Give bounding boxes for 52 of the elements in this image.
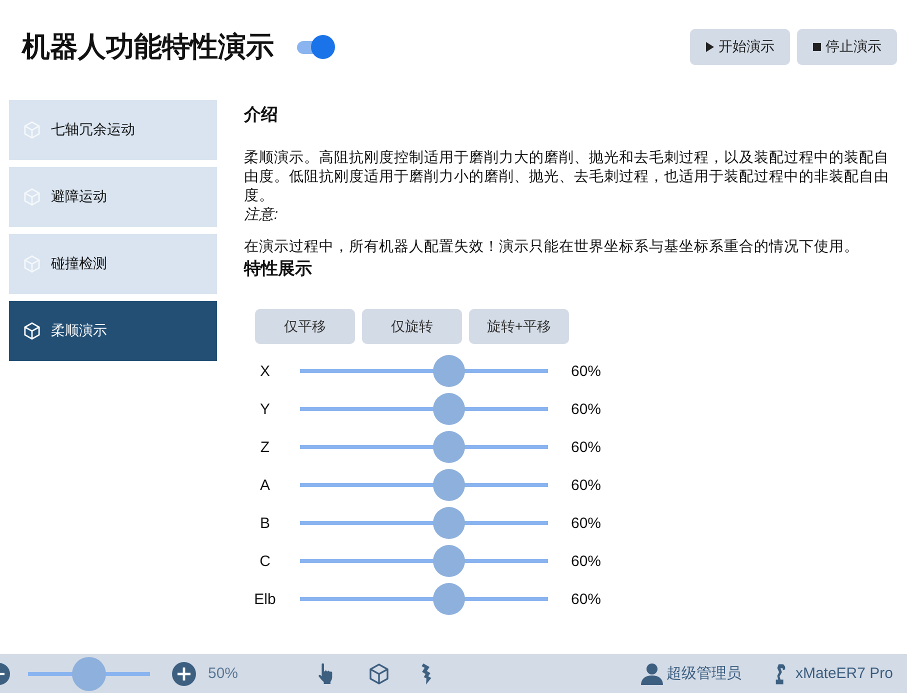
robot-arm-icon [774,662,788,684]
slider-value: 60% [571,514,602,532]
axis-label: Elb [253,590,277,608]
section-heading: 特性展示 [244,258,313,280]
slider-thumb[interactable] [432,545,465,577]
note-paragraph: 在演示过程中，所有机器人配置失效！演示只能在世界坐标系与基坐标系重合的情况下使用。 [244,238,860,257]
slider-value: 60% [571,476,602,494]
slider-thumb[interactable] [432,393,465,425]
slider-value: 60% [571,552,602,570]
robot-model: xMateER7 Pro [795,665,893,682]
slider-value: 60% [571,438,602,456]
sidebar-item[interactable]: 避障运动 [9,167,217,227]
axis-label: X [258,362,271,380]
stop-icon [812,42,820,52]
page-title: 机器人功能特性演示 [22,30,274,64]
zoom-slider-thumb[interactable] [72,656,106,690]
cube-icon [367,662,392,686]
stop-button[interactable]: 停止演示 [797,29,897,65]
cube-icon [22,254,42,274]
user-name: 超级管理员 [666,664,742,683]
slider-thumb[interactable] [432,507,465,539]
section-heading: 介绍 [244,104,279,126]
slider-thumb[interactable] [432,469,465,501]
intro-paragraph: 柔顺演示。高阻抗刚度控制适用于磨削力大的磨削、抛光和去毛刺过程，以及装配过程中的装配自由度。低阻抗刚度适用于磨削力小的磨削、抛光、去毛刺过程，也适用于装配过程中的非装配自由度。 [244,149,890,206]
cube-icon [22,187,42,207]
slider-value: 60% [571,590,602,608]
sidebar-item[interactable]: 碰撞检测 [9,234,217,294]
axis-label: A [258,476,271,494]
slider-thumb[interactable] [432,355,465,387]
slider-thumb[interactable] [432,431,465,463]
mode-button[interactable]: 仅旋转 [362,309,462,344]
axis-label: C [258,552,272,570]
mode-button[interactable]: 旋转+平移 [469,309,569,344]
zoom-value: 50% [208,665,238,682]
cube-icon [22,120,42,140]
axis-label: Y [258,400,271,418]
sidebar-item[interactable]: 七轴冗余运动 [9,100,217,160]
axis-label: Z [259,438,271,456]
note-label: 注意: [244,206,280,225]
mode-button[interactable]: 仅平移 [255,309,355,344]
start-button[interactable]: 开始演示 [690,29,790,65]
slider-thumb[interactable] [432,583,465,615]
axis-label: B [258,514,271,532]
sidebar-item[interactable]: 柔顺演示 [9,301,217,361]
lightning-icon [419,662,434,686]
cube-icon [22,321,42,341]
slider-value: 60% [571,362,602,380]
play-icon [706,42,714,52]
toggle-switch[interactable] [297,35,335,59]
zoom-in-icon [172,662,196,686]
slider-value: 60% [571,400,602,418]
user-icon [641,662,664,684]
